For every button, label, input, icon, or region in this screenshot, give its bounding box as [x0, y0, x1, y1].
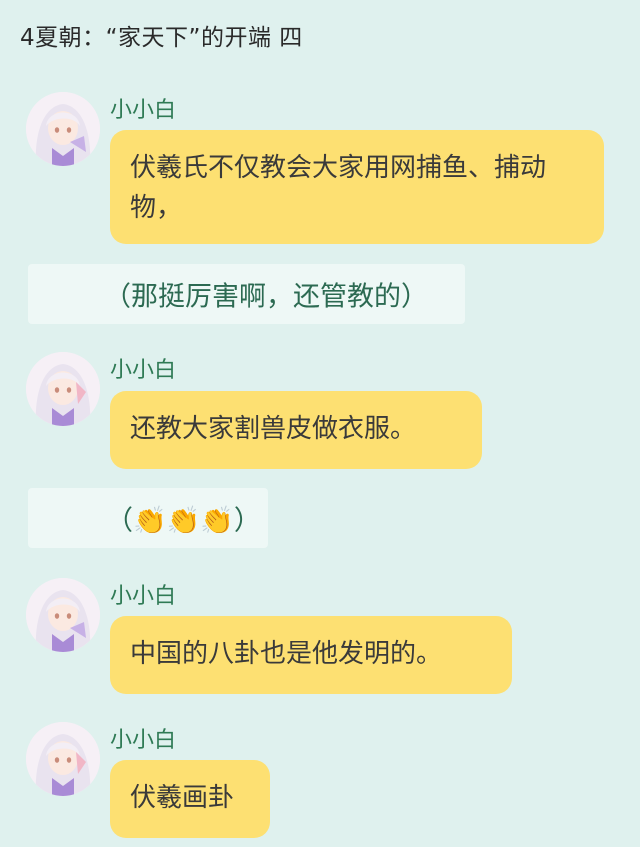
sender-name: 小小白 [110, 98, 177, 123]
message-bubble[interactable]: 伏羲画卦 [110, 760, 270, 838]
message-bubble[interactable]: 中国的八卦也是他发明的。 [110, 616, 512, 694]
avatar[interactable] [26, 722, 100, 796]
narration-note: （👏👏👏） [28, 488, 268, 548]
narration-text: （👏👏👏） [106, 505, 261, 537]
sender-name: 小小白 [110, 584, 177, 609]
narration-note: （那挺厉害啊，还管教的） [28, 264, 465, 324]
avatar[interactable] [26, 92, 100, 166]
avatar[interactable] [26, 578, 100, 652]
sender-name: 小小白 [110, 358, 177, 383]
page-title: 4夏朝：“家天下”的开端 四 [20, 25, 303, 51]
message-bubble[interactable]: 伏羲氏不仅教会大家用网捕鱼、捕动物， [110, 130, 604, 244]
message-bubble[interactable]: 还教大家割兽皮做衣服。 [110, 391, 482, 469]
narration-text: （那挺厉害啊，还管教的） [104, 281, 428, 313]
sender-name: 小小白 [110, 728, 177, 753]
avatar[interactable] [26, 352, 100, 426]
